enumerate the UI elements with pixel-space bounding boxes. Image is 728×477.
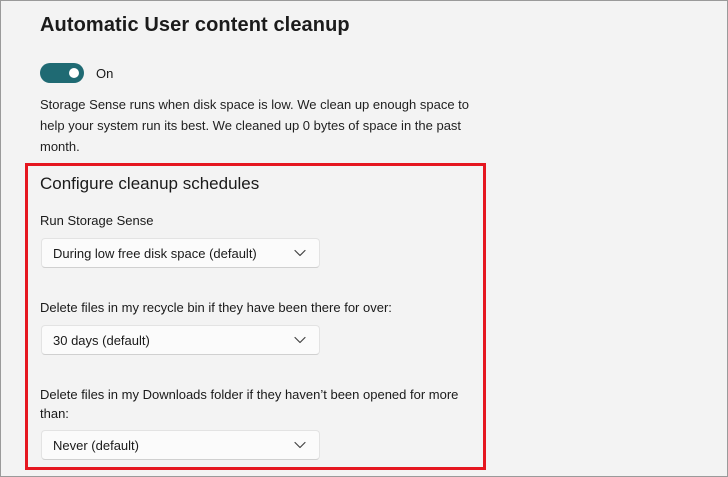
toggle-label: On: [96, 65, 114, 81]
cleanup-toggle[interactable]: [40, 63, 84, 83]
run-storage-sense-value: During low free disk space (default): [53, 245, 257, 261]
chevron-down-icon: [285, 430, 315, 460]
toggle-knob: [69, 68, 79, 78]
recycle-bin-dropdown[interactable]: 30 days (default): [41, 325, 320, 355]
storage-sense-description: Storage Sense runs when disk space is lo…: [40, 97, 470, 154]
cleanup-toggle-row: On: [40, 62, 113, 84]
downloads-dropdown[interactable]: Never (default): [41, 430, 320, 460]
downloads-value: Never (default): [53, 437, 139, 453]
downloads-label: Delete files in my Downloads folder if t…: [40, 387, 459, 421]
recycle-bin-label: Delete files in my recycle bin if they h…: [40, 300, 392, 315]
run-storage-sense-label: Run Storage Sense: [40, 213, 154, 228]
section-heading: Configure cleanup schedules: [40, 174, 260, 193]
run-storage-sense-dropdown[interactable]: During low free disk space (default): [41, 238, 320, 268]
chevron-down-icon: [285, 325, 315, 355]
recycle-bin-value: 30 days (default): [53, 332, 150, 348]
chevron-down-icon: [285, 238, 315, 268]
page-title: Automatic User content cleanup: [40, 14, 350, 36]
